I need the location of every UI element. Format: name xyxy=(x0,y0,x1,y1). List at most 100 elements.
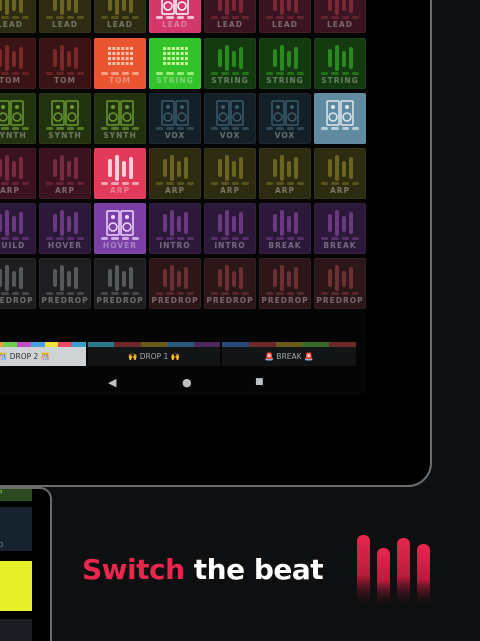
waveform-bars-icon xyxy=(0,210,23,236)
waveform-bars-icon xyxy=(328,0,353,15)
pad-lead-4[interactable]: LEAD xyxy=(149,0,201,33)
pad-tom-string-6[interactable]: STRING xyxy=(259,38,311,89)
pad-synth-vox-2[interactable]: SYNTH xyxy=(39,93,91,144)
pad-lead-3[interactable]: LEAD xyxy=(94,0,146,33)
speaker-icon xyxy=(51,100,79,126)
phone-pad[interactable] xyxy=(0,489,32,501)
pad-arp-1[interactable]: ARP xyxy=(0,148,36,199)
phone-pad[interactable] xyxy=(0,619,32,641)
pad-predrop-6[interactable]: PREDROP xyxy=(259,258,311,309)
speaker-icon xyxy=(216,100,244,126)
pad-arp-4[interactable]: ARP xyxy=(149,148,201,199)
pad-step-indicators xyxy=(321,127,359,130)
pad-step-indicators xyxy=(211,72,249,75)
pad-predrop-2[interactable]: PREDROP xyxy=(39,258,91,309)
pad-step-indicators xyxy=(101,16,139,19)
pad-step-indicators xyxy=(0,292,29,295)
pad-tom-string-3[interactable]: TOM xyxy=(94,38,146,89)
waveform-bars-icon xyxy=(218,210,243,236)
pad-label: STRING xyxy=(266,76,304,85)
pad-build-intro-7[interactable]: BREAK xyxy=(314,203,366,254)
tablet-frame: LEAD LEAD LEAD LEAD LEAD LEAD LEAD TOM TOM TOM STR… xyxy=(0,0,432,487)
pad-predrop-5[interactable]: PREDROP xyxy=(204,258,256,309)
waveform-bars-icon xyxy=(108,0,133,15)
pad-predrop-3[interactable]: PREDROP xyxy=(94,258,146,309)
scene-break[interactable]: 🚨 BREAK 🚨 xyxy=(222,342,356,366)
pad-build-intro-1[interactable]: BUILD xyxy=(0,203,36,254)
pad-step-indicators xyxy=(211,127,249,130)
pad-step-indicators xyxy=(321,237,359,240)
pad-step-indicators xyxy=(101,292,139,295)
waveform-bars-icon xyxy=(273,210,298,236)
pad-step-indicators xyxy=(266,72,304,75)
waveform-bars-icon xyxy=(218,0,243,15)
waveform-bars-icon xyxy=(328,210,353,236)
android-nav-bar: ◀ ● ■ xyxy=(0,370,366,394)
pad-tom-string-5[interactable]: STRING xyxy=(204,38,256,89)
scene-label: 🚨 BREAK 🚨 xyxy=(264,352,314,361)
pad-synth-vox-4[interactable]: VOX xyxy=(149,93,201,144)
pad-lead-1[interactable]: LEAD xyxy=(0,0,36,33)
tablet-screen: LEAD LEAD LEAD LEAD LEAD LEAD LEAD TOM TOM TOM STR… xyxy=(0,0,366,395)
pad-synth-vox-1[interactable]: SYNTH xyxy=(0,93,36,144)
back-button[interactable]: ◀ xyxy=(108,376,116,389)
pad-label: PREDROP xyxy=(96,296,144,305)
pad-predrop-4[interactable]: PREDROP xyxy=(149,258,201,309)
pad-lead-2[interactable]: LEAD xyxy=(39,0,91,33)
pad-arp-2[interactable]: ARP xyxy=(39,148,91,199)
pad-build-intro-5[interactable]: INTRO xyxy=(204,203,256,254)
pad-label: ARP xyxy=(219,186,241,195)
pad-synth-vox-3[interactable]: SYNTH xyxy=(94,93,146,144)
pad-lead-7[interactable]: LEAD xyxy=(314,0,366,33)
pad-build-intro-2[interactable]: HOVER xyxy=(39,203,91,254)
pad-tom-string-4[interactable]: STRING xyxy=(149,38,201,89)
speaker-icon xyxy=(161,100,189,126)
pad-tom-string-7[interactable]: STRING xyxy=(314,38,366,89)
pad-step-indicators xyxy=(321,16,359,19)
pad-label: PREDROP xyxy=(0,296,34,305)
pad-label: PREDROP xyxy=(41,296,89,305)
pad-build-intro-4[interactable]: INTRO xyxy=(149,203,201,254)
waveform-bars-icon xyxy=(273,155,298,181)
waveform-bars-icon xyxy=(53,155,78,181)
pad-label: ARP xyxy=(329,186,351,195)
scene-drop-2[interactable]: 🎊 DROP 2 🎊 xyxy=(0,342,87,366)
pad-label: LEAD xyxy=(217,20,243,29)
pad-step-indicators xyxy=(101,72,139,75)
pad-synth-vox-5[interactable]: VOX xyxy=(204,93,256,144)
pad-arp-5[interactable]: ARP xyxy=(204,148,256,199)
pad-step-indicators xyxy=(0,237,29,240)
waveform-bars-icon xyxy=(108,155,133,181)
pad-arp-3[interactable]: ARP xyxy=(94,148,146,199)
waveform-bars-icon xyxy=(218,155,243,181)
phone-pad[interactable] xyxy=(0,507,32,551)
recents-button[interactable]: ■ xyxy=(255,377,264,387)
pad-predrop-1[interactable]: PREDROP xyxy=(0,258,36,309)
pad-build-intro-3[interactable]: HOVER xyxy=(94,203,146,254)
pad-lead-6[interactable]: LEAD xyxy=(259,0,311,33)
pad-build-intro-6[interactable]: BREAK xyxy=(259,203,311,254)
pad-synth-vox-7[interactable] xyxy=(314,93,366,144)
scene-color-stripe xyxy=(0,342,87,347)
home-button[interactable]: ● xyxy=(182,376,192,389)
pad-tom-string-1[interactable]: TOM xyxy=(0,38,36,89)
pad-label: PREDROP xyxy=(316,296,364,305)
pad-step-indicators xyxy=(321,292,359,295)
pad-label: TOM xyxy=(0,76,21,85)
speaker-icon xyxy=(106,100,134,126)
scene-drop-1[interactable]: 🙌 DROP 1 🙌 xyxy=(88,342,221,366)
pad-step-indicators xyxy=(101,182,139,185)
pad-predrop-7[interactable]: PREDROP xyxy=(314,258,366,309)
pad-lead-5[interactable]: LEAD xyxy=(204,0,256,33)
pad-arp-6[interactable]: ARP xyxy=(259,148,311,199)
pad-step-indicators xyxy=(211,16,249,19)
pad-step-indicators xyxy=(46,72,84,75)
pad-step-indicators xyxy=(211,237,249,240)
waveform-bars-icon xyxy=(0,155,23,181)
pad-tom-string-2[interactable]: TOM xyxy=(39,38,91,89)
scene-bar: 🎊 DROP 2 🎊 🙌 DROP 1 🙌 🚨 BREAK 🚨 xyxy=(0,342,366,366)
pad-arp-7[interactable]: ARP xyxy=(314,148,366,199)
waveform-bars-icon xyxy=(108,265,133,291)
pad-synth-vox-6[interactable]: VOX xyxy=(259,93,311,144)
phone-pad[interactable] xyxy=(0,561,32,611)
